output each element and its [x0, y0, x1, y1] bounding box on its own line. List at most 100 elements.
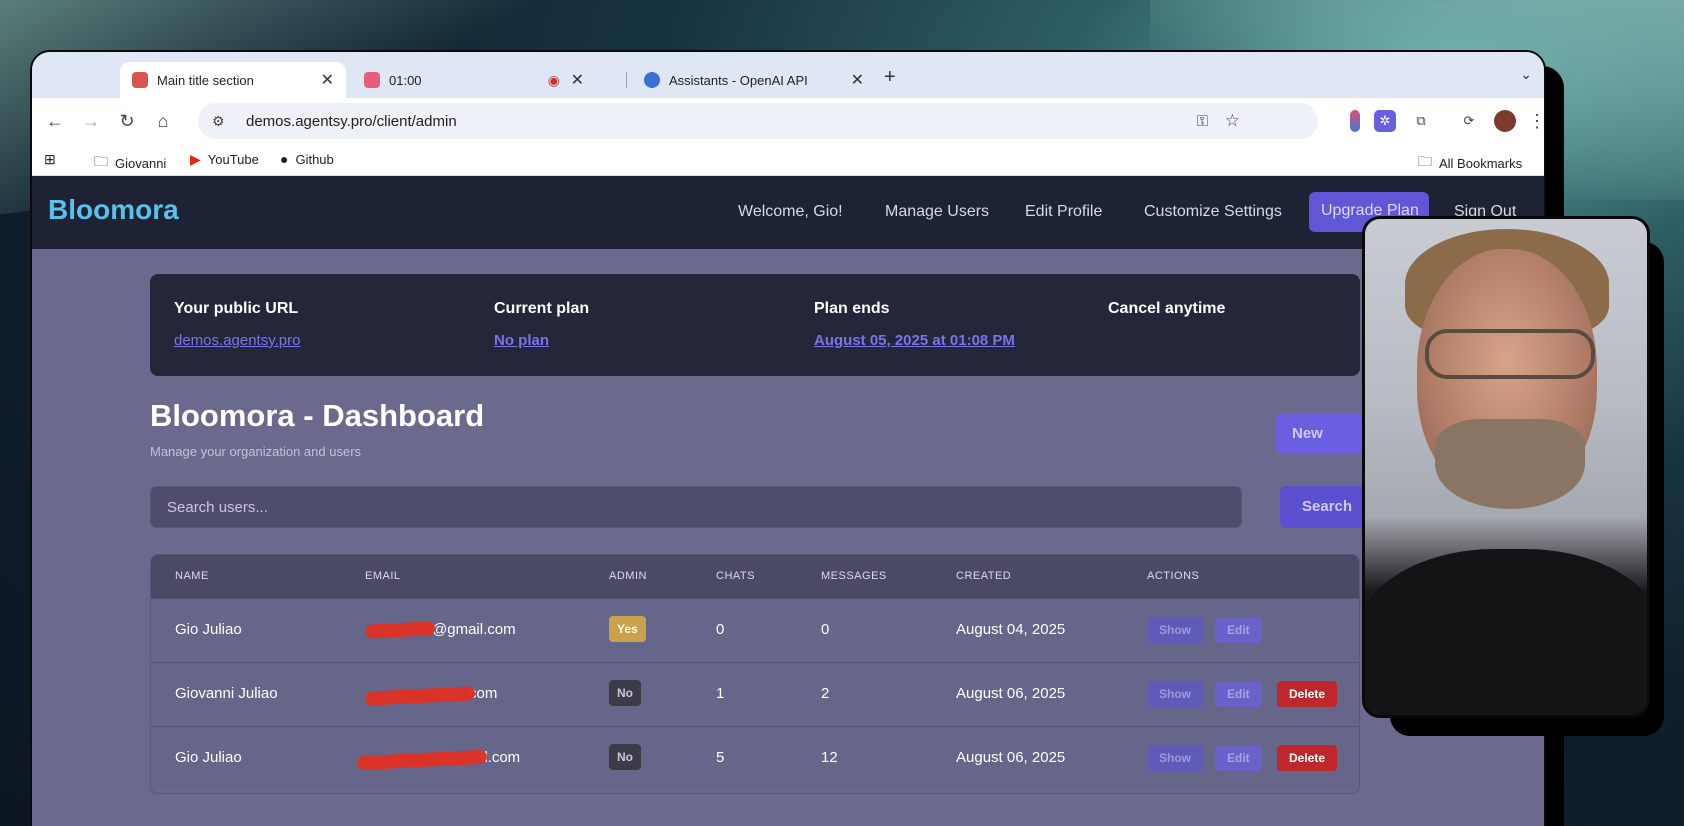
admin-badge: Yes [609, 616, 646, 642]
tab-main-title[interactable]: Main title section ✕ [120, 62, 346, 98]
openai-favicon-icon [644, 72, 660, 88]
bookmark-youtube[interactable]: ▶ YouTube [190, 151, 259, 168]
messages-count: 12 [821, 749, 838, 766]
plan-ends-block: Plan ends August 05, 2025 at 01:08 PM [814, 300, 1015, 349]
folder-icon: 🗀 [94, 153, 108, 169]
kebab-menu-icon[interactable]: ⋮ [1526, 110, 1544, 132]
cancel-anytime-label: Cancel anytime [1108, 300, 1226, 317]
youtube-icon: ▶ [190, 151, 201, 167]
show-button[interactable]: Show [1147, 681, 1203, 707]
bookmarks-bar: ⊞ 🗀 Giovanni ▶ YouTube ● Github 🗀 All Bo… [32, 144, 1544, 176]
edit-button[interactable]: Edit [1215, 745, 1262, 771]
browser-window: Main title section ✕ 01:00 ◉ ✕ Assistant… [30, 50, 1546, 826]
column-header: CHATS [716, 570, 755, 582]
nav-manage-users[interactable]: Manage Users [885, 203, 989, 221]
url-text: demos.agentsy.pro/client/admin [246, 112, 457, 130]
performance-icon[interactable]: ⟳ [1458, 110, 1480, 132]
chats-count: 0 [716, 621, 725, 638]
extension-icon[interactable] [1350, 110, 1360, 132]
account-info-card: Your public URL demos.agentsy.pro Curren… [150, 274, 1360, 376]
public-url-link[interactable]: demos.agentsy.pro [174, 332, 300, 349]
show-button[interactable]: Show [1147, 617, 1203, 643]
tab-search-chevron-icon[interactable]: ⌄ [1520, 66, 1532, 83]
column-header: MESSAGES [821, 570, 887, 582]
bookmark-giovanni[interactable]: 🗀 Giovanni [94, 151, 166, 175]
edit-button[interactable]: Edit [1215, 617, 1262, 643]
tab-separator [626, 72, 627, 88]
created-date: August 06, 2025 [956, 749, 1066, 766]
current-plan-block: Current plan No plan [494, 300, 589, 349]
table-row: Gio Juliao il.com No 5 12 August 06, 202… [151, 726, 1359, 790]
close-icon[interactable]: ✕ [571, 70, 584, 90]
admin-badge: No [609, 744, 641, 770]
bookmark-github[interactable]: ● Github [280, 151, 334, 167]
user-name: Gio Juliao [175, 749, 242, 766]
show-button[interactable]: Show [1147, 745, 1203, 771]
welcome-text: Welcome, Gio! [738, 203, 843, 220]
new-user-button[interactable]: New [1276, 414, 1376, 454]
folder-icon: 🗀 [1418, 153, 1432, 169]
users-table: NAME EMAIL ADMIN CHATS MESSAGES CREATED … [150, 554, 1360, 794]
extension-gear-icon[interactable]: ✲ [1374, 110, 1396, 132]
messages-count: 0 [821, 621, 830, 638]
site-favicon-icon [132, 72, 148, 88]
all-bookmarks[interactable]: 🗀 All Bookmarks [1418, 151, 1522, 175]
bookmark-label: Github [295, 151, 334, 167]
current-plan-label: Current plan [494, 300, 590, 317]
bookmark-label: Giovanni [115, 155, 167, 171]
glasses-icon [1425, 329, 1595, 379]
extensions-puzzle-icon[interactable]: ⧉ [1410, 110, 1432, 132]
column-header: NAME [175, 570, 209, 582]
delete-button[interactable]: Delete [1277, 745, 1338, 771]
edit-button[interactable]: Edit [1215, 681, 1262, 707]
browser-toolbar: ← → ↻ ⌂ ⚙ demos.agentsy.pro/client/admin… [32, 98, 1544, 144]
tab-label: Assistants - OpenAI API [669, 72, 808, 88]
admin-badge: No [609, 680, 641, 706]
public-url-block: Your public URL demos.agentsy.pro [174, 300, 300, 349]
site-info-icon[interactable]: ⚙ [212, 113, 232, 130]
created-date: August 04, 2025 [956, 621, 1066, 638]
bookmark-star-icon[interactable]: ☆ [1225, 111, 1240, 131]
apps-grid-icon[interactable]: ⊞ [44, 151, 63, 168]
github-icon: ● [280, 151, 289, 167]
tab-timer[interactable]: 01:00 ◉ ✕ [352, 62, 596, 98]
presenter-body [1365, 549, 1647, 715]
delete-button[interactable]: Delete [1277, 681, 1338, 707]
table-header: NAME EMAIL ADMIN CHATS MESSAGES CREATED … [151, 555, 1359, 598]
user-name: Giovanni Juliao [175, 685, 278, 702]
nav-customize-settings[interactable]: Customize Settings [1144, 203, 1282, 221]
address-bar[interactable]: ⚙ demos.agentsy.pro/client/admin ⚿ ☆ [198, 103, 1318, 139]
tab-label: 01:00 [389, 72, 422, 88]
forward-arrow-icon[interactable]: → [78, 108, 104, 134]
plan-ends-link[interactable]: August 05, 2025 at 01:08 PM [814, 332, 1015, 349]
user-name: Gio Juliao [175, 621, 242, 638]
password-key-icon[interactable]: ⚿ [1197, 113, 1208, 130]
reload-icon[interactable]: ↻ [114, 108, 140, 134]
profile-avatar[interactable] [1494, 110, 1516, 132]
plan-ends-label: Plan ends [814, 300, 890, 317]
public-url-label: Your public URL [174, 300, 299, 317]
redaction-scribble [364, 621, 436, 639]
tab-label: Main title section [157, 72, 254, 88]
cancel-block: Cancel anytime [1108, 300, 1225, 318]
tab-openai-assistants[interactable]: Assistants - OpenAI API ✕ [632, 62, 876, 98]
column-header: ACTIONS [1147, 570, 1200, 582]
created-date: August 06, 2025 [956, 685, 1066, 702]
current-plan-link[interactable]: No plan [494, 332, 589, 349]
close-icon[interactable]: ✕ [851, 70, 864, 90]
user-email: @gmail.com [432, 621, 516, 638]
app-navbar: Bloomora Welcome, Gio! Manage Users Edit… [32, 176, 1544, 249]
close-icon[interactable]: ✕ [321, 70, 334, 90]
recording-icon: ◉ [547, 71, 560, 88]
column-header: CREATED [956, 570, 1012, 582]
new-tab-icon[interactable]: + [884, 66, 896, 89]
redaction-scribble [364, 686, 476, 706]
tab-strip: Main title section ✕ 01:00 ◉ ✕ Assistant… [32, 52, 1544, 98]
home-icon[interactable]: ⌂ [150, 108, 176, 134]
webcam-overlay [1362, 216, 1650, 718]
search-input[interactable]: Search users... [150, 486, 1242, 528]
brand-logo[interactable]: Bloomora [48, 194, 179, 226]
back-arrow-icon[interactable]: ← [42, 108, 68, 134]
bookmark-label: YouTube [207, 152, 259, 167]
nav-edit-profile[interactable]: Edit Profile [1025, 203, 1102, 221]
